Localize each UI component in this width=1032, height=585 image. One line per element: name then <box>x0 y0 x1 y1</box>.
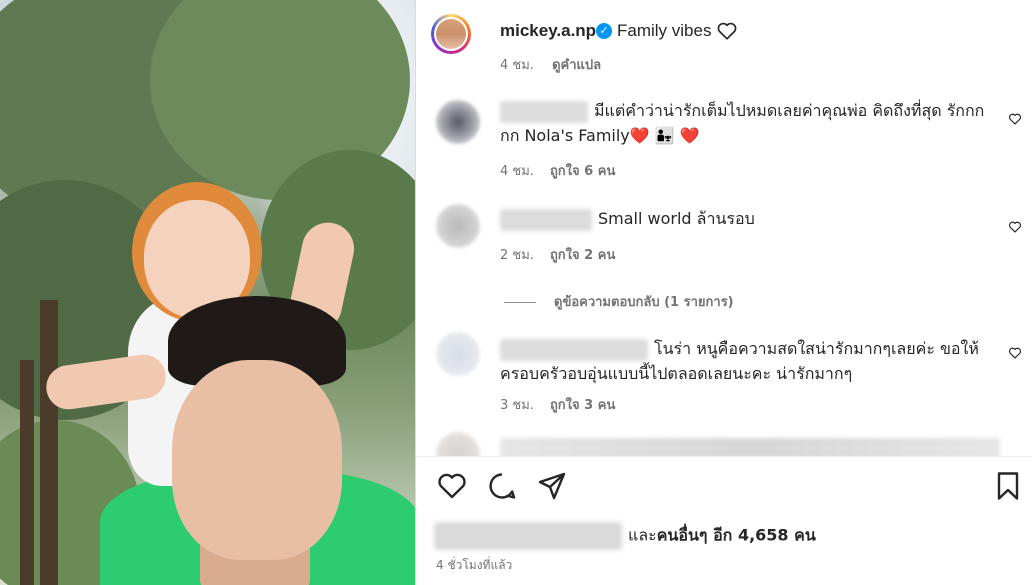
commenter-avatar[interactable] <box>436 204 480 248</box>
comment-time: 2 ชม. <box>500 248 534 263</box>
post-header: mickey.a.np ✓ Family vibes 4 ชม. ดูคำแปล <box>416 0 1032 86</box>
post-meta: 4 ชม. ดูคำแปล <box>500 54 601 75</box>
translate-link[interactable]: ดูคำแปล <box>552 58 601 73</box>
post-timestamp: 4 ชั่วโมงที่แล้ว <box>436 558 513 572</box>
commenter-avatar[interactable] <box>436 100 480 144</box>
comment-text-partial <box>500 438 1000 456</box>
comment-text: Small world ล้านรอบ <box>500 206 1000 231</box>
commenter-username[interactable] <box>500 338 648 361</box>
view-replies-link[interactable]: ดูข้อความตอบกลับ (1 รายการ) <box>504 291 734 312</box>
tree-trunk <box>20 360 34 585</box>
actions-divider <box>416 456 1032 457</box>
heart-icon[interactable] <box>716 20 738 42</box>
comment-time: 4 ชม. <box>500 164 534 179</box>
replies-divider <box>504 302 536 303</box>
comment-text: โนร่า หนูคือความสดใสน่ารักมากๆเลยค่ะ ขอใ… <box>500 336 1000 386</box>
comment-meta: 2 ชม. ถูกใจ 2 คน <box>500 244 615 265</box>
comment-meta: 4 ชม. ถูกใจ 6 คน <box>500 160 615 181</box>
heart-icon[interactable] <box>1008 346 1022 360</box>
verified-badge-icon: ✓ <box>596 23 612 39</box>
comments-list[interactable]: มีแต่คำว่าน่ารักเต็มไปหมดเลยค่าคุณพ่อ คิ… <box>416 86 1032 456</box>
author-username[interactable]: mickey.a.np <box>500 21 596 41</box>
view-replies-label: ดูข้อความตอบกลับ (1 รายการ) <box>554 295 734 310</box>
comment-likes[interactable]: ถูกใจ 2 คน <box>550 248 615 263</box>
post-media[interactable] <box>0 0 415 585</box>
comment-body: Small world ล้านรอบ <box>598 209 755 228</box>
heart-icon[interactable] <box>1008 220 1022 234</box>
share-icon[interactable] <box>536 470 568 502</box>
comment-meta: 3 ชม. ถูกใจ 3 คน <box>500 394 615 415</box>
comment-likes[interactable]: ถูกใจ 3 คน <box>550 398 615 413</box>
likes-count: คนอื่นๆ อีก 4,658 คน <box>656 525 816 545</box>
man-face <box>172 360 342 560</box>
commenter-avatar[interactable] <box>436 332 480 376</box>
comment-time: 3 ชม. <box>500 398 534 413</box>
post-caption: Family vibes <box>617 21 712 40</box>
author-avatar[interactable] <box>431 14 471 54</box>
comment-text: มีแต่คำว่าน่ารักเต็มไปหมดเลยค่าคุณพ่อ คิ… <box>500 98 1000 148</box>
comment-icon[interactable] <box>486 470 518 502</box>
post-time: 4 ชม. <box>500 58 534 73</box>
commenter-username[interactable] <box>500 100 588 123</box>
commenter-username[interactable] <box>500 208 592 231</box>
liker-avatars <box>434 522 622 550</box>
likes-prefix: และ <box>628 525 657 545</box>
tree-trunk <box>40 300 58 585</box>
likes-summary[interactable]: และคนอื่นๆ อีก 4,658 คน <box>434 522 816 550</box>
heart-icon[interactable] <box>436 470 468 502</box>
post-side-panel: mickey.a.np ✓ Family vibes 4 ชม. ดูคำแปล… <box>416 0 1032 585</box>
bookmark-icon[interactable] <box>992 470 1024 502</box>
action-bar <box>416 470 1032 510</box>
comment-likes[interactable]: ถูกใจ 6 คน <box>550 164 615 179</box>
heart-icon[interactable] <box>1008 112 1022 126</box>
commenter-avatar[interactable] <box>436 432 480 456</box>
